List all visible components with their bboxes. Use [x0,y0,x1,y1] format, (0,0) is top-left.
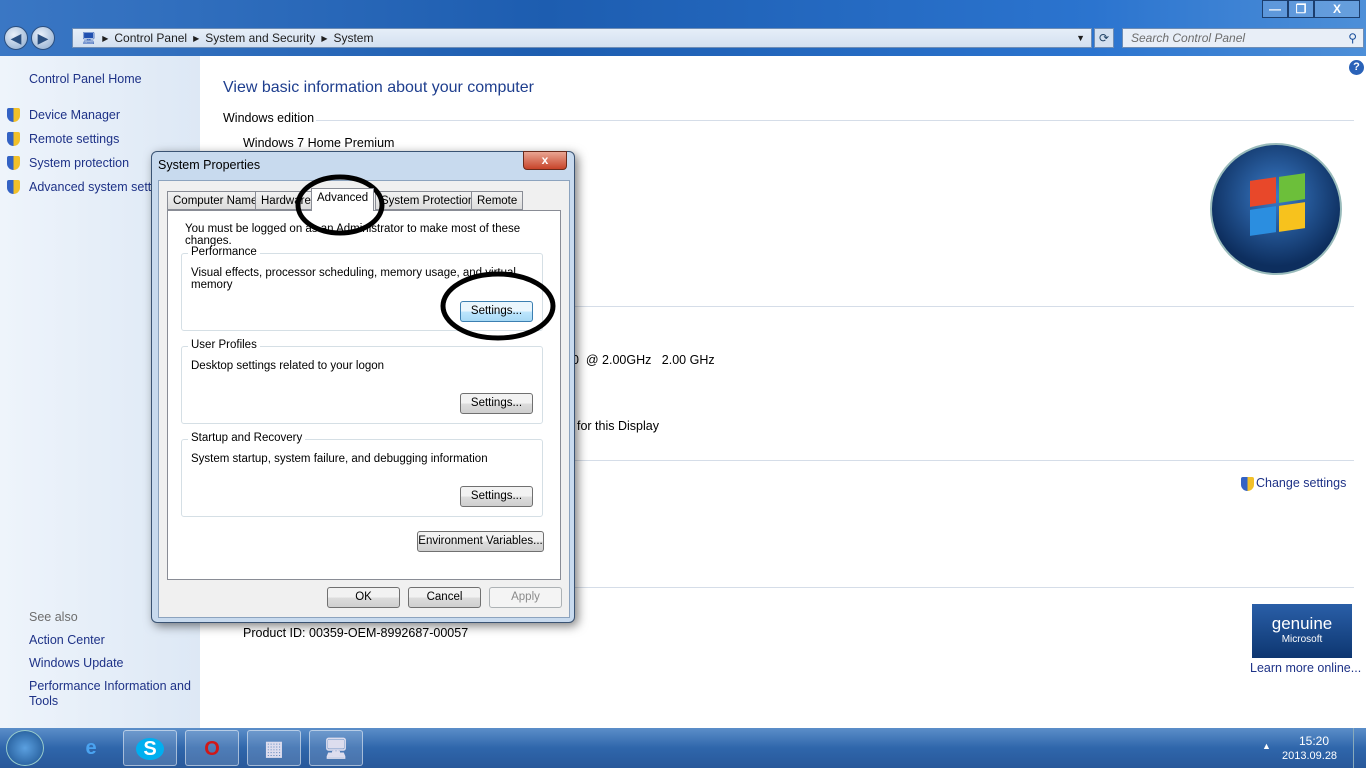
startup-recovery-group: Startup and Recovery System startup, sys… [181,432,543,517]
search-input[interactable]: Search Control Panel ⚲ [1122,28,1364,48]
control-panel-home-link[interactable]: Control Panel Home [29,72,142,86]
dropdown-icon[interactable]: ▼ [1076,33,1085,43]
opera-icon[interactable]: O [185,730,239,766]
dialog-close-button[interactable]: x [523,151,567,170]
performance-settings-button[interactable]: Settings... [460,301,533,322]
ok-button[interactable]: OK [327,587,400,608]
forward-button[interactable]: ▶ [31,26,55,50]
admin-notice: You must be logged on as an Administrato… [185,223,521,247]
system-protection-link[interactable]: System protection [29,156,129,170]
system-properties-dialog: System Properties x Computer Name Hardwa… [151,151,575,623]
shield-icon [1241,477,1254,491]
tab-system-protection[interactable]: System Protection [375,191,481,210]
tab-hardware[interactable]: Hardware [255,191,317,210]
advanced-tab-panel: You must be logged on as an Administrato… [167,210,561,580]
skype-icon[interactable]: S [123,730,177,766]
show-desktop-button[interactable] [1353,728,1366,768]
tab-advanced[interactable]: Advanced [311,188,375,211]
device-manager-link[interactable]: Device Manager [29,108,120,122]
shield-icon [7,180,20,194]
start-button[interactable] [6,730,44,766]
tab-computer-name[interactable]: Computer Name [167,191,264,210]
help-icon[interactable]: ? [1349,60,1364,75]
minimize-button[interactable]: — [1262,0,1288,18]
performance-info-link[interactable]: Performance Information and Tools [29,679,194,709]
computer-icon: 🖥 [81,31,97,45]
restore-button[interactable]: ❐ [1288,0,1314,18]
address-bar[interactable]: 🖥 ▶ Control Panel ▶ System and Security ▶ S… [72,28,1092,48]
breadcrumb-control-panel[interactable]: Control Panel [114,31,187,45]
remote-settings-link[interactable]: Remote settings [29,132,119,146]
close-button[interactable]: X [1314,0,1360,18]
apply-button: Apply [489,587,562,608]
edition-value: Windows 7 Home Premium [243,136,395,150]
clock-date[interactable]: 2013.09.28 [1282,750,1337,762]
shield-icon [7,156,20,170]
breadcrumb-system[interactable]: System [333,31,373,45]
user-profiles-group: User Profiles Desktop settings related t… [181,339,543,424]
environment-variables-button[interactable]: Environment Variables... [417,531,544,552]
show-hidden-icons[interactable]: ▲ [1262,741,1271,751]
refresh-button[interactable]: ⟳ [1094,28,1114,48]
clock-time[interactable]: 15:20 [1299,734,1329,748]
pen-touch-value: for this Display [577,419,659,433]
search-icon: ⚲ [1348,31,1357,45]
user-profiles-settings-button[interactable]: Settings... [460,393,533,414]
see-also-label: See also [29,610,78,624]
action-center-link[interactable]: Action Center [29,633,105,647]
taskbar: e S O ▦ 🖥 ▲ 15:20 2013.09.28 [0,728,1366,768]
windows-update-link[interactable]: Windows Update [29,656,124,670]
startup-recovery-settings-button[interactable]: Settings... [460,486,533,507]
change-settings-link[interactable]: Change settings [1256,476,1346,490]
genuine-microsoft-logo[interactable]: genuine Microsoft [1252,604,1352,658]
internet-explorer-icon[interactable]: e [64,730,118,766]
learn-more-link[interactable]: Learn more online... [1250,661,1361,675]
back-button[interactable]: ◀ [4,26,28,50]
breadcrumb-system-security[interactable]: System and Security [205,31,315,45]
section-windows-edition: Windows edition [223,111,315,125]
performance-group: Performance Visual effects, processor sc… [181,246,543,331]
tab-remote[interactable]: Remote [471,191,524,210]
page-title: View basic information about your comput… [223,79,534,96]
shield-icon [7,132,20,146]
windows-logo [1210,143,1342,275]
dialog-title: System Properties [158,158,261,172]
system-properties-icon[interactable]: 🖥 [309,730,363,766]
product-id: Product ID: 00359-OEM-8992687-00057 [243,626,469,640]
shield-icon [7,108,20,122]
control-panel-icon[interactable]: ▦ [247,730,301,766]
processor-value: 0 @ 2.00GHz 2.00 GHz [572,353,715,367]
cancel-button[interactable]: Cancel [408,587,481,608]
